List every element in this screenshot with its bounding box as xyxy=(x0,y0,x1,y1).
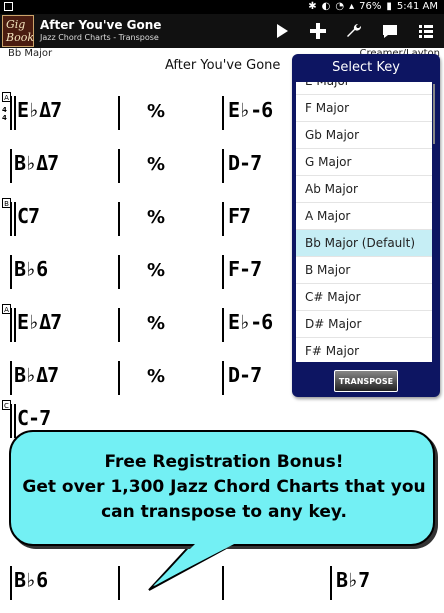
barline xyxy=(10,149,12,183)
add-button[interactable] xyxy=(300,14,336,48)
bluetooth-icon: ✱ xyxy=(308,1,317,12)
key-option-ab-major[interactable]: Ab Major xyxy=(296,176,432,203)
chord: B♭Δ7 xyxy=(14,363,59,387)
settings-button[interactable] xyxy=(336,14,372,48)
clock: 5:41 AM xyxy=(396,1,438,12)
repeat-sign: % xyxy=(147,207,166,228)
barline xyxy=(222,96,224,130)
status-bar: ✱ ◐ ◔ ▴ 76% ▮ 5:41 AM xyxy=(0,0,444,14)
app-subtitle: Jazz Chord Charts - Transpose xyxy=(40,33,159,42)
play-button[interactable] xyxy=(264,14,300,48)
barline xyxy=(222,202,224,236)
barline xyxy=(222,308,224,342)
list-icon xyxy=(419,25,433,38)
signal-icon: ▴ xyxy=(349,1,355,12)
key-option-gb-major[interactable]: Gb Major xyxy=(296,122,432,149)
barline xyxy=(118,96,120,130)
section-barline xyxy=(10,202,16,236)
wifi-icon: ◔ xyxy=(335,1,345,12)
key-option-d-sharp-major[interactable]: D# Major xyxy=(296,311,432,338)
repeat-sign: % xyxy=(147,313,166,334)
wrench-icon xyxy=(347,23,362,37)
barline xyxy=(222,255,224,289)
chord: D-7 xyxy=(228,151,262,175)
key-list[interactable]: E Major F Major Gb Major G Major Ab Majo… xyxy=(296,82,432,362)
battery-icon: ▮ xyxy=(386,1,392,12)
mute-icon: ◐ xyxy=(321,1,331,12)
list-button[interactable] xyxy=(408,14,444,48)
repeat-sign: % xyxy=(147,366,166,387)
section-barline xyxy=(10,96,16,130)
current-key: Bb Major xyxy=(8,48,53,59)
chord: E♭-6 xyxy=(228,98,273,122)
barline xyxy=(118,202,120,236)
key-option-bb-major-selected[interactable]: Bb Major (Default) xyxy=(296,230,432,257)
key-option-c-sharp-major[interactable]: C# Major xyxy=(296,284,432,311)
toolbar xyxy=(264,14,444,48)
transpose-button[interactable]: TRANSPOSE xyxy=(334,370,398,392)
select-key-title: Select Key xyxy=(332,60,400,75)
app-bar: Gig Book After You've Gone Jazz Chord Ch… xyxy=(0,14,444,48)
key-option-f-sharp-major[interactable]: F# Major xyxy=(296,338,432,362)
chord: E♭-6 xyxy=(228,310,273,334)
barline xyxy=(222,361,224,395)
chord: B♭Δ7 xyxy=(14,151,59,175)
gigbook-logo[interactable]: Gig Book xyxy=(2,15,34,47)
callout-tail-cover xyxy=(153,542,238,586)
logo-text-gig: Gig xyxy=(6,18,26,31)
repeat-sign: % xyxy=(147,154,166,175)
plus-icon xyxy=(310,23,326,39)
comment-icon xyxy=(383,24,397,38)
repeat-sign: % xyxy=(147,260,166,281)
chord: F-7 xyxy=(228,257,262,281)
song-title: After You've Gone xyxy=(165,58,281,73)
chord: E♭Δ7 xyxy=(17,98,62,122)
repeat-sign: % xyxy=(147,101,166,122)
key-option-f-major[interactable]: F Major xyxy=(296,95,432,122)
chord: E♭Δ7 xyxy=(17,310,62,334)
time-signature: 44 xyxy=(2,106,7,122)
chord: B♭6 xyxy=(14,257,48,281)
chord: C7 xyxy=(17,204,40,228)
barline xyxy=(118,308,120,342)
key-option-b-major[interactable]: B Major xyxy=(296,257,432,284)
barline xyxy=(222,149,224,183)
battery-percent: 76% xyxy=(359,1,382,12)
chord: D-7 xyxy=(228,363,262,387)
chord: C-7 xyxy=(17,406,51,430)
play-icon xyxy=(277,24,288,38)
key-list-scrollbar[interactable] xyxy=(433,84,435,144)
section-barline xyxy=(10,308,16,342)
barline xyxy=(10,255,12,289)
barline xyxy=(10,361,12,395)
chord: F7 xyxy=(228,204,251,228)
barline xyxy=(118,149,120,183)
select-key-panel: Select Key E Major F Major Gb Major G Ma… xyxy=(292,54,440,397)
key-option-e-major[interactable]: E Major xyxy=(296,82,432,95)
barline xyxy=(118,361,120,395)
app-title: After You've Gone xyxy=(40,18,162,32)
barline xyxy=(118,255,120,289)
comment-button[interactable] xyxy=(372,14,408,48)
promo-callout: Free Registration Bonus! Get over 1,300 … xyxy=(9,430,435,600)
key-option-a-major[interactable]: A Major xyxy=(296,203,432,230)
logo-text-book: Book xyxy=(6,31,34,44)
notification-icon xyxy=(4,2,13,11)
key-option-g-major[interactable]: G Major xyxy=(296,149,432,176)
